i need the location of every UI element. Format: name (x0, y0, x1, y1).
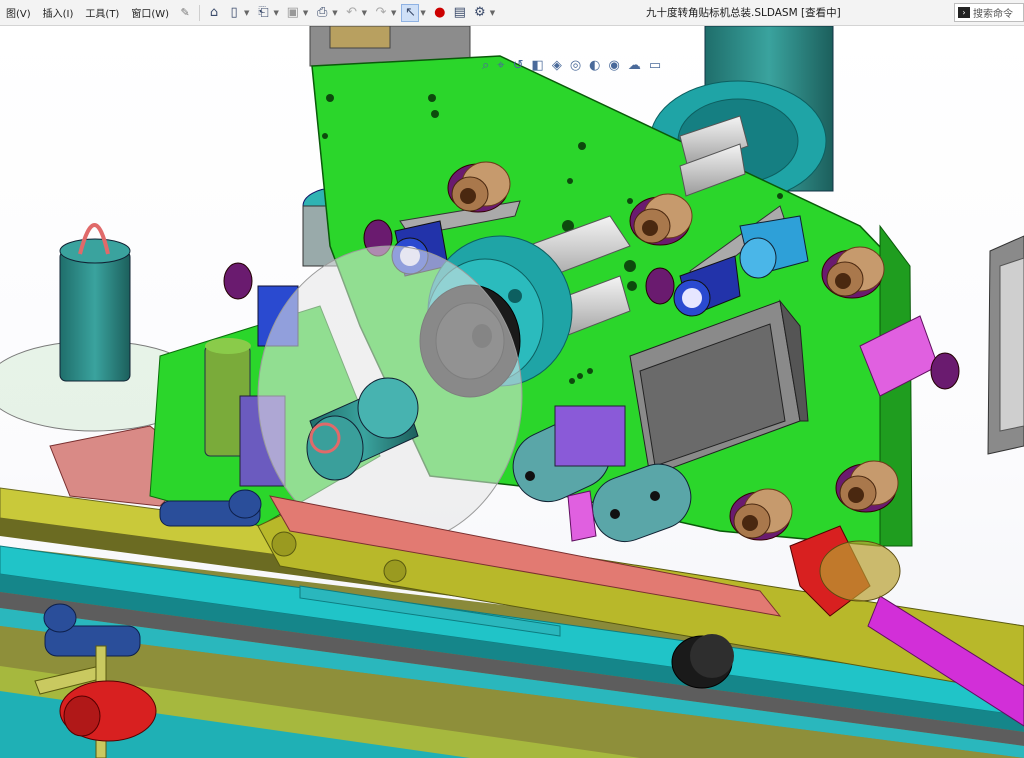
search-placeholder: 搜索命令 (973, 9, 1013, 20)
pin-icon[interactable]: ✎ (176, 4, 194, 22)
menu-window[interactable]: 窗口(W) (125, 5, 175, 20)
toolbar-separator (199, 4, 201, 21)
print-icon[interactable]: ⎙ (313, 4, 331, 22)
command-prompt-icon: › (958, 7, 970, 18)
search-commands-input[interactable]: › 搜索命令 (954, 3, 1024, 22)
zoom-to-fit-icon[interactable]: ⌕ (482, 58, 489, 73)
options-dropdown-icon[interactable]: ▼ (490, 9, 495, 17)
traffic-light-icon[interactable]: ● (431, 4, 449, 22)
new-dropdown-icon[interactable]: ▼ (244, 9, 249, 17)
edit-appearance-icon[interactable]: ◉ (609, 58, 620, 73)
undo-icon[interactable]: ↶ (343, 4, 361, 22)
section-view-icon[interactable]: ◧ (532, 58, 544, 73)
previous-view-icon[interactable]: ↺ (513, 58, 524, 73)
menu-bar: 图(V) 插入(I) 工具(T) 窗口(W) ✎ ⌂ ▯ ▼ ⎗ ▼ ▣ ▼ ⎙ ▼ ↶… (0, 0, 1024, 26)
document-title: 九十度转角贴标机总装.SLDASM [查看中] (646, 7, 841, 19)
standard-toolbar: ⌂ ▯ ▼ ⎗ ▼ ▣ ▼ ⎙ ▼ ↶ ▼ ↷ ▼ ↖ ▼ ● ▤ ⚙ ▼ (204, 0, 499, 26)
display-style-icon[interactable]: ◎ (570, 58, 581, 73)
heads-up-view-toolbar: ⌕ ⌖ ↺ ◧ ◈ ◎ ◐ ◉ ☁ ▭ (478, 54, 665, 76)
menu-insert[interactable]: 插入(I) (37, 5, 80, 20)
menu-tools[interactable]: 工具(T) (79, 5, 125, 20)
new-document-icon[interactable]: ▯ (225, 4, 243, 22)
select-dropdown-icon[interactable]: ▼ (420, 9, 425, 17)
apply-scene-icon[interactable]: ☁ (628, 58, 641, 73)
graphics-area[interactable]: ⌕ ⌖ ↺ ◧ ◈ ◎ ◐ ◉ ☁ ▭ (0, 26, 1024, 758)
file-properties-icon[interactable]: ▤ (451, 4, 469, 22)
save-dropdown-icon[interactable]: ▼ (303, 9, 308, 17)
options-gear-icon[interactable]: ⚙ (471, 4, 489, 22)
open-icon[interactable]: ⎗ (254, 4, 272, 22)
open-dropdown-icon[interactable]: ▼ (273, 9, 278, 17)
redo-dropdown-icon[interactable]: ▼ (391, 9, 396, 17)
save-icon[interactable]: ▣ (284, 4, 302, 22)
home-icon[interactable]: ⌂ (205, 4, 223, 22)
select-pointer-icon[interactable]: ↖ (401, 3, 420, 22)
menu-view[interactable]: 图(V) (0, 5, 37, 20)
print-dropdown-icon[interactable]: ▼ (332, 9, 337, 17)
undo-dropdown-icon[interactable]: ▼ (362, 9, 367, 17)
hide-show-icon[interactable]: ◐ (589, 58, 600, 73)
redo-icon[interactable]: ↷ (372, 4, 390, 22)
control-box (987, 235, 1024, 455)
zoom-area-icon[interactable]: ⌖ (497, 58, 504, 73)
assembly-3d-view (0, 26, 1024, 758)
view-orientation-icon[interactable]: ◈ (552, 58, 562, 73)
view-settings-icon[interactable]: ▭ (649, 58, 661, 73)
